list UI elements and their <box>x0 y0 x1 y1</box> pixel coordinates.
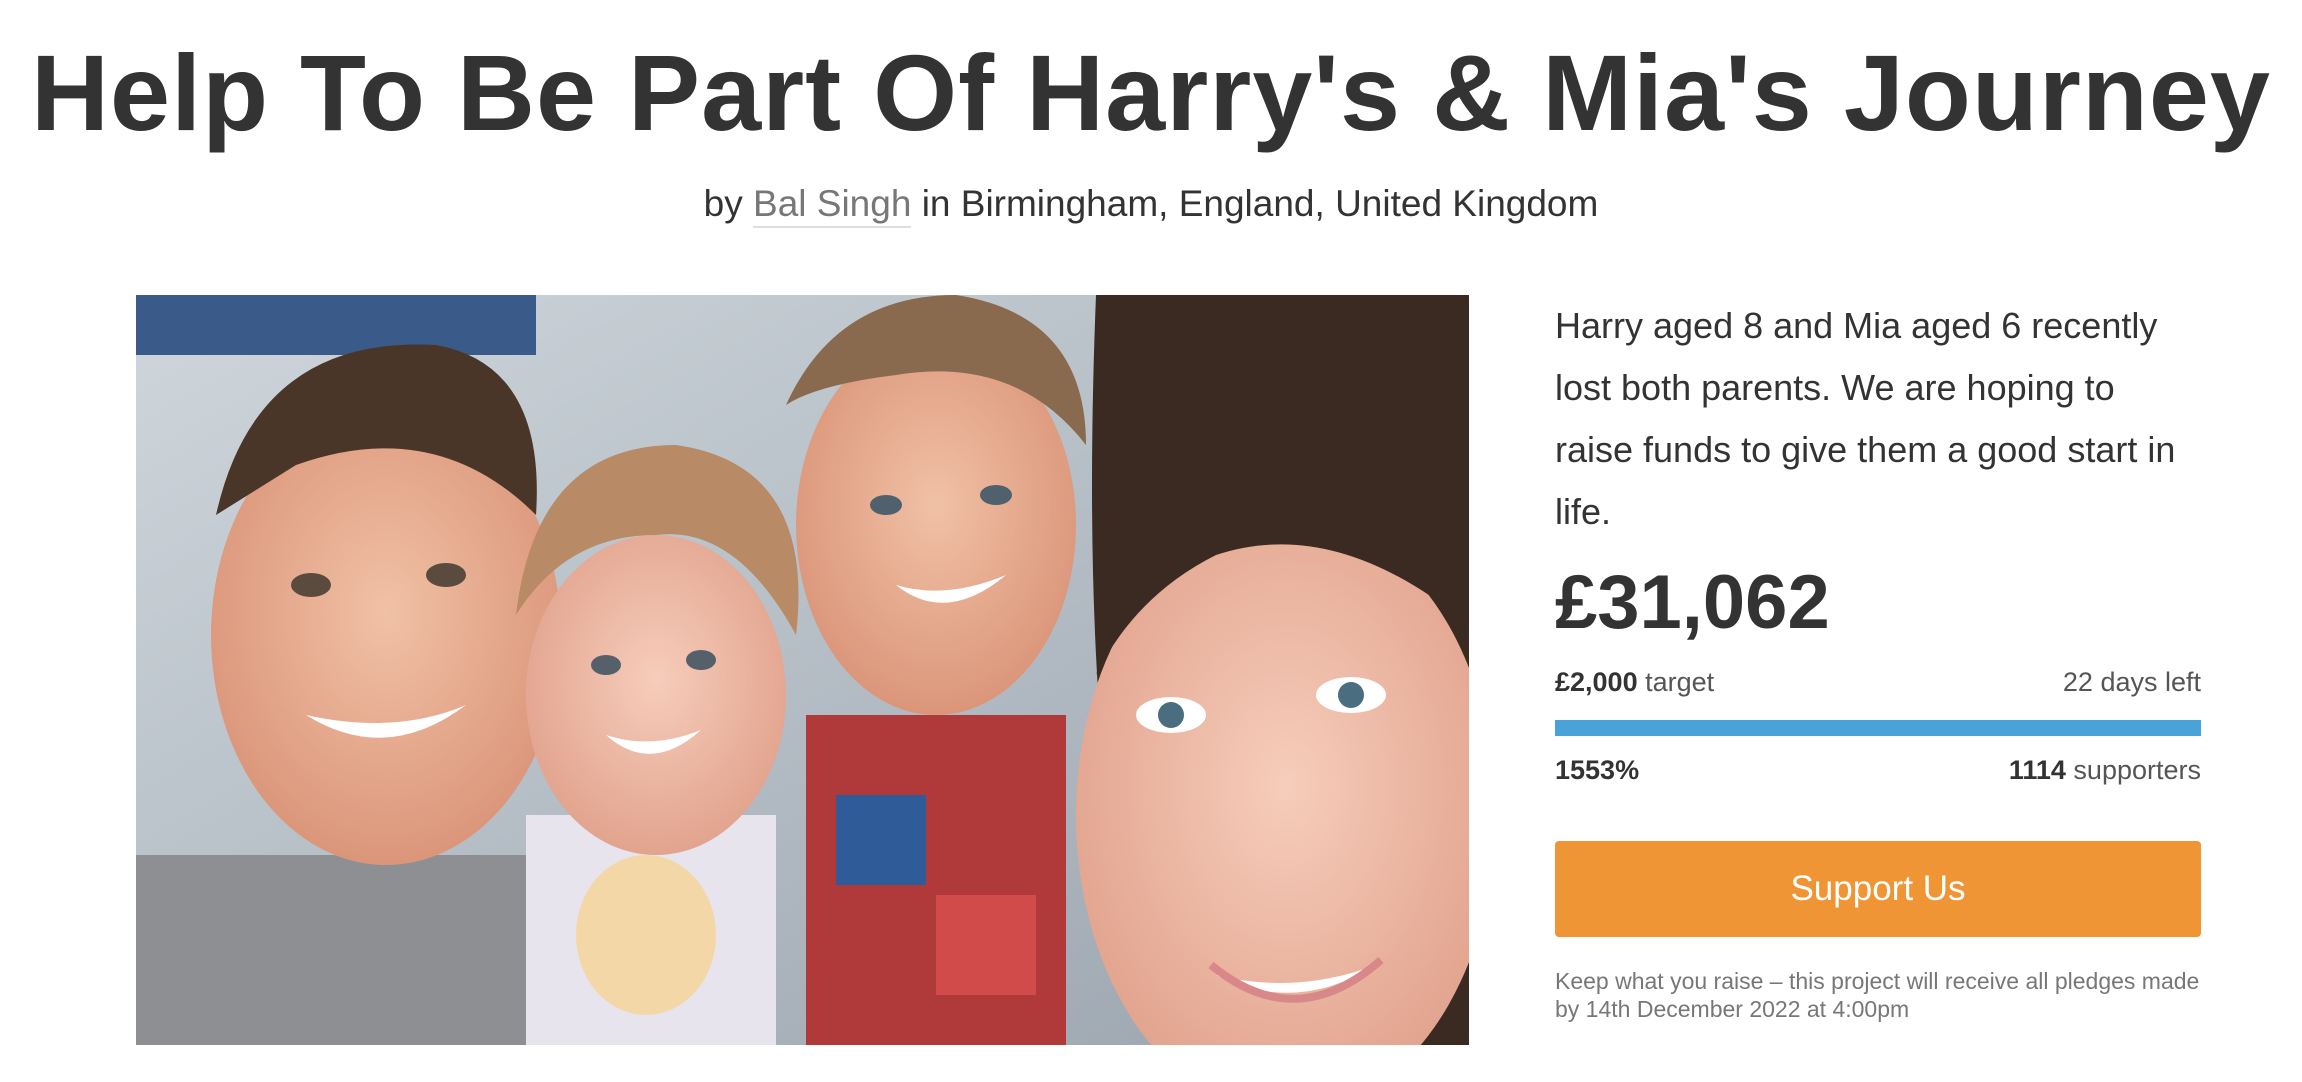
pledge-fine-print: Keep what you raise – this project will … <box>1555 968 2200 1022</box>
days-left: 22 days left <box>2062 667 2201 697</box>
amount-raised: £31,062 <box>1555 560 1830 645</box>
target-info: £2,000 target <box>1555 667 1714 698</box>
funding-progress-fill <box>1555 720 2201 736</box>
funding-progress-bar <box>1555 720 2201 736</box>
support-us-button[interactable]: Support Us <box>1555 841 2201 937</box>
stats-row: 1553% 1114 supporters <box>1555 755 2201 786</box>
hero-image <box>136 295 1469 1045</box>
family-photo-icon <box>136 295 1469 1045</box>
project-description: Harry aged 8 and Mia aged 6 recently los… <box>1555 305 2176 532</box>
percent-funded: 1553% <box>1555 755 1640 785</box>
target-amount: £2,000 <box>1555 667 1638 697</box>
byline-location: in Birmingham, England, United Kingdom <box>921 183 1599 224</box>
byline-prefix: by <box>703 183 743 224</box>
author-link[interactable]: Bal Singh <box>753 183 912 228</box>
supporters-label: supporters <box>2073 755 2201 785</box>
byline: by Bal Singh in Birmingham, England, Uni… <box>0 180 2302 228</box>
page-title: Help To Be Part Of Harry's & Mia's Journ… <box>31 32 2271 153</box>
project-sidebar: Harry aged 8 and Mia aged 6 recently los… <box>1555 295 2201 1022</box>
supporters-count: 1114 <box>2008 755 2066 785</box>
supporters-info: 1114 supporters <box>2009 755 2201 786</box>
target-row: £2,000 target 22 days left <box>1555 667 2201 698</box>
target-label: target <box>1645 667 1715 697</box>
